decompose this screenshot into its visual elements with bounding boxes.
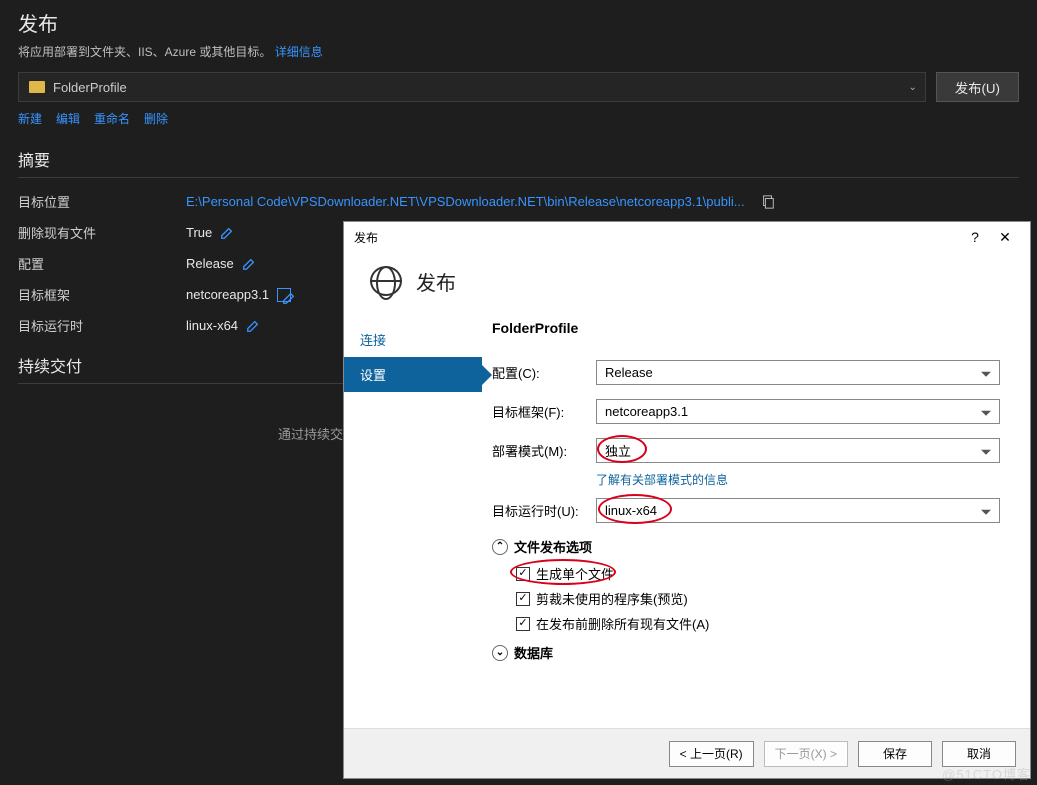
deploy-select[interactable]: 独立 bbox=[596, 438, 1000, 463]
framework-select-value: netcoreapp3.1 bbox=[605, 404, 688, 419]
summary-heading: 摘要 bbox=[18, 147, 1037, 171]
file-options-header: 文件发布选项 bbox=[514, 537, 592, 556]
pencil-icon[interactable] bbox=[220, 226, 234, 240]
sidebar-item-settings[interactable]: 设置 bbox=[344, 357, 482, 392]
config-label-d: 配置(C): bbox=[492, 363, 596, 382]
chevron-down-icon: ⌄ bbox=[908, 82, 916, 93]
database-header: 数据库 bbox=[514, 643, 553, 662]
sidebar-item-connect[interactable]: 连接 bbox=[344, 322, 482, 357]
config-label: 配置 bbox=[18, 254, 186, 273]
trim-label: 剪裁未使用的程序集(预览) bbox=[536, 589, 688, 608]
watermark: @51CTO博客 bbox=[942, 764, 1031, 783]
next-button: 下一页(X) > bbox=[764, 741, 848, 767]
help-button[interactable]: ? bbox=[960, 229, 990, 245]
runtime-label-d: 目标运行时(U): bbox=[492, 501, 596, 520]
copy-icon[interactable] bbox=[761, 195, 775, 209]
deploy-select-value: 独立 bbox=[605, 441, 631, 460]
dialog-title: 发布 bbox=[354, 229, 378, 246]
dialog-heading: 发布 bbox=[416, 267, 456, 296]
pencil-icon[interactable] bbox=[242, 257, 256, 271]
config-select-value: Release bbox=[605, 365, 653, 380]
subtitle-text: 将应用部署到文件夹、IIS、Azure 或其他目标。 bbox=[18, 45, 275, 59]
profile-select[interactable]: FolderProfile ⌄ bbox=[18, 72, 926, 102]
publish-button[interactable]: 发布(U) bbox=[936, 72, 1019, 102]
selected-profile: FolderProfile bbox=[53, 80, 127, 95]
deploy-label: 部署模式(M): bbox=[492, 441, 596, 460]
framework-label-d: 目标框架(F): bbox=[492, 402, 596, 421]
folder-icon bbox=[29, 81, 45, 93]
trim-checkbox[interactable]: ✓ bbox=[516, 592, 530, 606]
deploy-info-link[interactable]: 了解有关部署模式的信息 bbox=[596, 471, 1000, 488]
delete-link[interactable]: 删除 bbox=[144, 110, 168, 127]
page-title: 发布 bbox=[18, 8, 1037, 37]
save-button[interactable]: 保存 bbox=[858, 741, 932, 767]
dialog-titlebar: 发布 ? ✕ bbox=[344, 222, 1030, 252]
pencil-icon[interactable] bbox=[246, 319, 260, 333]
framework-value: netcoreapp3.1 bbox=[186, 287, 269, 302]
profile-name: FolderProfile bbox=[492, 320, 1000, 336]
config-select[interactable]: Release bbox=[596, 360, 1000, 385]
collapse-icon[interactable]: ⌃ bbox=[492, 539, 508, 555]
highlight-ring bbox=[510, 559, 616, 585]
edit-link[interactable]: 编辑 bbox=[56, 110, 80, 127]
page-subtitle: 将应用部署到文件夹、IIS、Azure 或其他目标。 详细信息 bbox=[18, 43, 1037, 60]
runtime-value: linux-x64 bbox=[186, 318, 238, 333]
delete-before-label: 在发布前删除所有现有文件(A) bbox=[536, 614, 709, 633]
globe-icon bbox=[370, 266, 402, 296]
delete-existing-value: True bbox=[186, 225, 212, 240]
divider bbox=[18, 177, 1019, 178]
runtime-select[interactable]: linux-x64 bbox=[596, 498, 1000, 523]
delete-before-checkbox[interactable]: ✓ bbox=[516, 617, 530, 631]
runtime-label: 目标运行时 bbox=[18, 316, 186, 335]
target-location-label: 目标位置 bbox=[18, 192, 186, 211]
close-icon[interactable]: ✕ bbox=[990, 229, 1020, 246]
rename-link[interactable]: 重命名 bbox=[94, 110, 130, 127]
framework-label: 目标框架 bbox=[18, 285, 186, 304]
new-link[interactable]: 新建 bbox=[18, 110, 42, 127]
runtime-select-value: linux-x64 bbox=[605, 503, 657, 518]
config-value: Release bbox=[186, 256, 234, 271]
target-location-value[interactable]: E:\Personal Code\VPSDownloader.NET\VPSDo… bbox=[186, 194, 745, 209]
delete-existing-label: 删除现有文件 bbox=[18, 223, 186, 242]
prev-button[interactable]: < 上一页(R) bbox=[669, 741, 754, 767]
framework-select[interactable]: netcoreapp3.1 bbox=[596, 399, 1000, 424]
expand-icon[interactable]: ⌄ bbox=[492, 645, 508, 661]
more-info-link[interactable]: 详细信息 bbox=[275, 45, 323, 59]
pencil-icon[interactable] bbox=[277, 288, 291, 302]
cancel-button[interactable]: 取消 bbox=[942, 741, 1016, 767]
publish-dialog: 发布 ? ✕ 发布 连接 设置 FolderProfile 配置(C): Rel… bbox=[343, 221, 1031, 779]
